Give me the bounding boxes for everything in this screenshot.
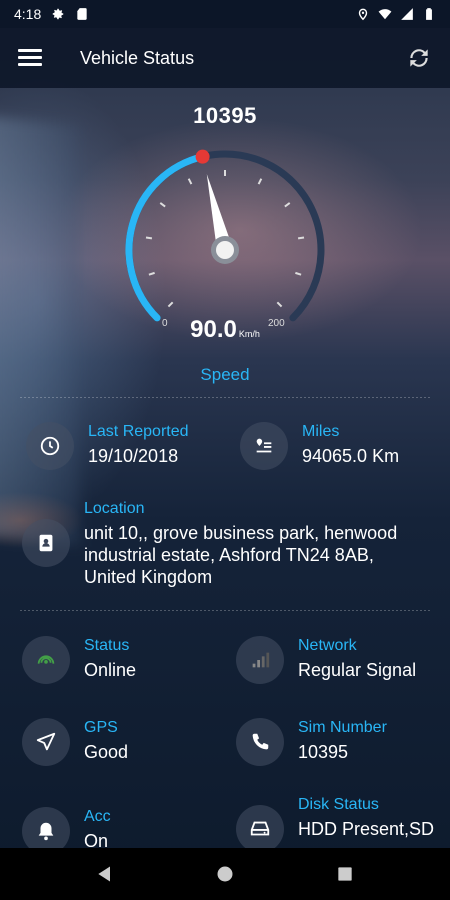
disk-status-item: Disk Status HDD Present,SD	[236, 795, 434, 853]
location-icon	[358, 8, 368, 21]
gauge-tick	[148, 271, 155, 276]
divider	[20, 397, 430, 398]
last-reported-value: 19/10/2018	[88, 446, 179, 466]
divider	[20, 610, 430, 611]
last-reported-item: Last Reported 19/10/2018	[26, 422, 189, 470]
gps-item: GPS Good	[22, 718, 128, 766]
wifi-icon	[378, 9, 392, 20]
needle-hub-inner	[216, 241, 234, 259]
gauge-tick	[295, 271, 302, 276]
gauge-tick	[284, 202, 291, 208]
gauge-tick	[187, 178, 193, 185]
battery-icon	[426, 8, 432, 20]
status-bar: 4:18	[0, 0, 450, 28]
gps-label: GPS	[84, 719, 118, 736]
refresh-icon[interactable]	[406, 45, 432, 71]
status-item: Status Online	[22, 636, 136, 684]
disk-status-label: Disk Status	[298, 796, 379, 813]
hard-drive-icon	[236, 805, 284, 853]
gear-icon	[53, 8, 64, 20]
gauge-tick	[167, 301, 174, 308]
status-value: Online	[84, 660, 137, 680]
miles-value: 94065.0 Km	[302, 446, 400, 466]
status-label: Status	[84, 637, 130, 654]
back-icon[interactable]	[95, 864, 115, 884]
route-icon	[240, 422, 288, 470]
app-bar: Vehicle Status	[0, 28, 450, 88]
speed-value: 90.0	[190, 316, 237, 343]
location-value: unit 10,, grove business park, henwood i…	[84, 523, 398, 587]
navigation-arrow-icon	[22, 718, 70, 766]
recents-icon[interactable]	[335, 864, 355, 884]
speed-label: Speed	[200, 365, 250, 384]
sim-number-item: Sim Number 10395	[236, 718, 387, 766]
gauge-tick	[297, 236, 305, 240]
gauge-tick	[145, 236, 153, 240]
cell-signal-icon	[401, 8, 413, 20]
network-value: Regular Signal	[298, 660, 417, 680]
gauge-fill	[125, 153, 207, 322]
gauge-tick	[276, 301, 283, 308]
disk-status-value: HDD Present,SD	[298, 819, 435, 839]
speed-unit: Km/h	[238, 329, 260, 339]
gps-value: Good	[84, 742, 129, 762]
page-title: Vehicle Status	[80, 47, 195, 68]
location-item: Location unit 10,, grove business park, …	[22, 499, 432, 588]
gauge-tick	[159, 202, 166, 208]
sim-number-value: 10395	[298, 742, 349, 762]
home-icon[interactable]	[215, 864, 235, 884]
vehicle-number: 10395	[193, 103, 257, 128]
sim-number-label: Sim Number	[298, 719, 387, 736]
address-book-icon	[22, 519, 70, 567]
gauge-marker	[195, 149, 210, 164]
miles-label: Miles	[302, 423, 340, 440]
miles-item: Miles 94065.0 Km	[240, 422, 399, 470]
menu-icon[interactable]	[18, 49, 42, 67]
phone-icon	[236, 718, 284, 766]
network-label: Network	[298, 637, 357, 654]
status-time: 4:18	[14, 6, 42, 22]
acc-label: Acc	[84, 808, 111, 825]
network-item: Network Regular Signal	[236, 636, 416, 684]
sd-card-icon	[77, 8, 87, 20]
navigation-bar	[0, 848, 450, 900]
online-signal-icon	[22, 636, 70, 684]
gauge-tick	[257, 178, 263, 185]
speed-readout: 90.0 Km/h	[0, 316, 450, 344]
location-label: Location	[84, 500, 145, 517]
clock-icon	[26, 422, 74, 470]
signal-bars-icon	[236, 636, 284, 684]
last-reported-label: Last Reported	[88, 423, 189, 440]
